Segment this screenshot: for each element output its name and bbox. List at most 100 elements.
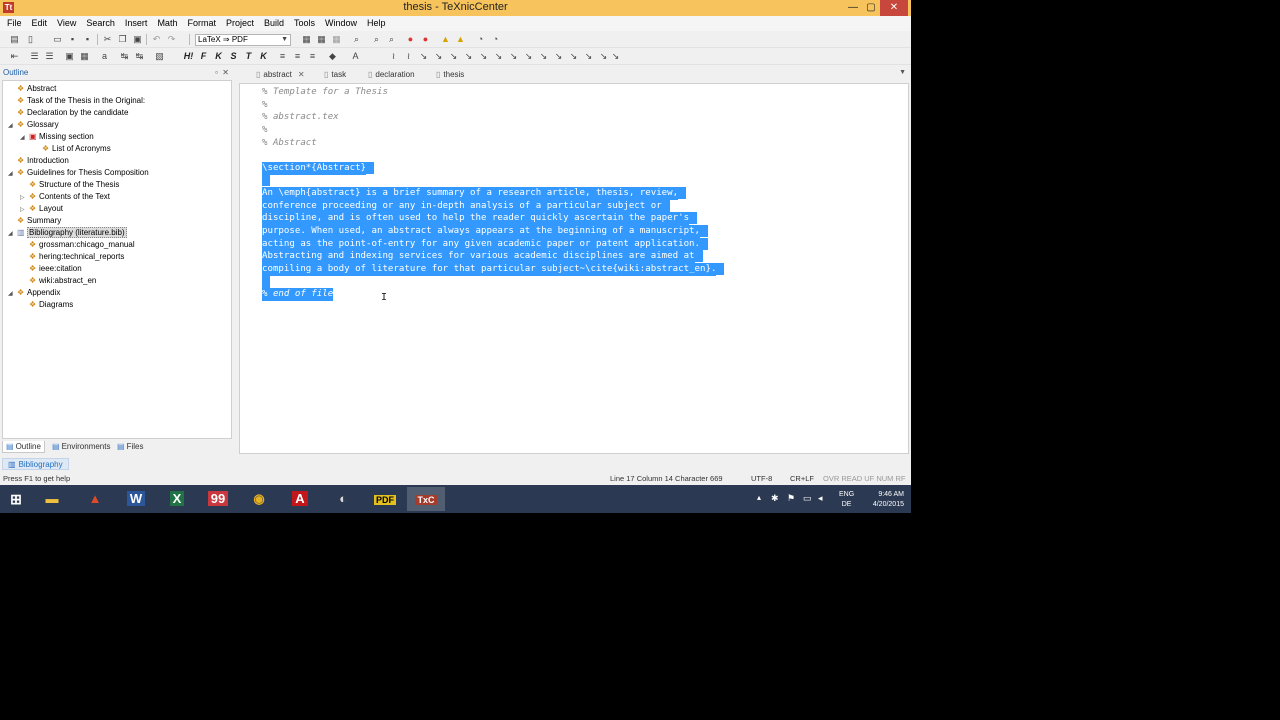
symbols-icon[interactable]: ↘ [583,51,594,62]
tree-item-structure[interactable]: ❖ Structure of the Thesis [20,179,119,191]
open-icon[interactable]: ▭ [52,34,63,45]
volume-icon[interactable]: ◂ [818,493,823,513]
tab-environments[interactable]: ▤ Environments [49,441,113,453]
error-prev-icon[interactable]: ● [405,34,416,45]
view-output-icon[interactable]: ⌕ [351,34,362,45]
tab-task[interactable]: ▯ task [320,68,350,81]
file-explorer-icon[interactable]: ▬ [33,487,71,511]
minimize-button[interactable]: — [844,0,862,16]
tree-item-list-of-acronyms[interactable]: ❖ List of Acronyms [33,143,111,155]
clock[interactable]: 9:46 AM 4/20/2015 [864,490,904,513]
save-icon[interactable]: ▪ [67,34,78,45]
tree-item-abstract[interactable]: ❖ Abstract [8,83,56,95]
collapse-icon[interactable]: ◢ [20,132,29,144]
tree-item-missing-section[interactable]: ◢ ▣ Missing section [20,131,94,143]
quotes-app-icon[interactable]: 99 [199,487,237,511]
align-left-icon[interactable]: ≡ [277,51,288,62]
warning-next-icon[interactable]: ▲ [455,34,466,45]
collapse-icon[interactable]: ◢ [8,228,17,240]
undo-icon[interactable]: ↶ [151,34,162,45]
collapse-icon[interactable]: ◢ [8,288,17,300]
tab-files[interactable]: ▤ Files [114,441,146,453]
menu-project[interactable]: Project [221,16,259,31]
small-caps-icon[interactable]: K [258,51,269,62]
build-all-icon[interactable]: ▦ [316,34,327,45]
input-language[interactable]: ENG DE [839,490,854,513]
slanted-icon[interactable]: S [228,51,239,62]
menu-search[interactable]: Search [81,16,120,31]
tree-item-wiki[interactable]: ❖ wiki:abstract_en [20,275,96,287]
find-in-files-icon[interactable]: ⌕ [386,34,397,45]
error-next-icon[interactable]: ● [420,34,431,45]
pin-icon[interactable]: ▫ [215,67,218,79]
greek-icon[interactable]: ↘ [598,51,609,62]
collapse-icon[interactable]: ◢ [8,168,17,180]
menu-build[interactable]: Build [259,16,289,31]
limit-icon[interactable]: ↘ [508,51,519,62]
menu-help[interactable]: Help [362,16,391,31]
word-icon[interactable]: W [117,487,155,511]
tab-list-dropdown-icon[interactable]: ▼ [899,69,906,76]
bad-box-next-icon[interactable]: ◔ [490,34,501,45]
pdf-viewer-icon[interactable]: PDF [366,487,404,511]
figure-icon[interactable]: ▣ [64,51,75,62]
font-color-icon[interactable]: A [350,51,361,62]
align-center-icon[interactable]: ≡ [292,51,303,62]
highlight-color-icon[interactable]: ◆ [327,51,338,62]
copy-icon[interactable]: ❐ [117,34,128,45]
tree-item-introduction[interactable]: ❖ Introduction [8,155,69,167]
code-editor[interactable]: % Template for a Thesis % % abstract.tex… [239,83,909,454]
new-project-icon[interactable]: ▤ [9,34,20,45]
bad-box-prev-icon[interactable]: ◔ [475,34,486,45]
build-icon[interactable]: ▦ [301,34,312,45]
index-icon[interactable]: ↘ [523,51,534,62]
close-button[interactable]: ✕ [880,0,908,16]
ref-icon[interactable]: ↹ [119,51,130,62]
superscript-icon[interactable]: ↘ [418,51,429,62]
typewriter-icon[interactable]: T [243,51,254,62]
menu-insert[interactable]: Insert [120,16,153,31]
math-inline-icon[interactable]: ≀ [388,51,399,62]
action-center-icon[interactable]: ⚑ [787,493,795,513]
tree-item-contents[interactable]: ▷ ❖ Contents of the Text [20,191,110,203]
texniccenter-taskbar-icon[interactable]: TxC [407,487,445,511]
chrome-icon[interactable]: ◉ [240,487,278,511]
acrobat-icon[interactable]: A [281,487,319,511]
label-icon[interactable]: a [99,51,110,62]
tab-outline[interactable]: ▤ Outline [2,441,45,453]
align-right-icon[interactable]: ≡ [307,51,318,62]
menu-tools[interactable]: Tools [289,16,320,31]
brackets-icon[interactable]: ↘ [553,51,564,62]
tab-thesis[interactable]: ▯ thesis [432,68,468,81]
find-icon[interactable]: ⌕ [371,34,382,45]
sum-icon[interactable]: ↘ [478,51,489,62]
menu-format[interactable]: Format [182,16,221,31]
close-tab-icon[interactable]: ✕ [298,70,305,79]
include-icon[interactable]: ▧ [154,51,165,62]
operators-icon[interactable]: ↘ [610,51,621,62]
output-profile-select[interactable]: LaTeX ⇒ PDF ▼ [195,34,291,46]
matrix-icon[interactable]: ↘ [538,51,549,62]
tab-declaration[interactable]: ▯ declaration [364,68,419,81]
tree-item-diagrams[interactable]: ❖ Diagrams [20,299,73,311]
save-all-icon[interactable]: ▪ [82,34,93,45]
paste-icon[interactable]: ▣ [132,34,143,45]
tab-abstract[interactable]: ▯ abstract ✕ [252,68,309,81]
tree-item-task[interactable]: ❖ Task of the Thesis in the Original: [8,95,145,107]
redo-icon[interactable]: ↷ [166,34,177,45]
itemize-icon[interactable]: ☰ [29,51,40,62]
tree-item-glossary[interactable]: ◢ ❖ Glossary [8,119,59,131]
menu-file[interactable]: File [0,16,27,31]
excel-icon[interactable]: X [158,487,196,511]
section-icon[interactable]: ⇤ [9,51,20,62]
cut-icon[interactable]: ✂ [102,34,113,45]
bold-icon[interactable]: F [198,51,209,62]
menu-math[interactable]: Math [152,16,182,31]
tree-item-appendix[interactable]: ◢ ❖ Appendix [8,287,60,299]
italic-icon[interactable]: K [213,51,224,62]
menu-window[interactable]: Window [320,16,362,31]
bluetooth-icon[interactable]: ✱ [771,493,779,513]
close-icon[interactable]: ✕ [222,67,229,79]
inkscape-icon[interactable]: ◐ [324,487,362,511]
tree-item-layout[interactable]: ▷ ❖ Layout [20,203,63,215]
